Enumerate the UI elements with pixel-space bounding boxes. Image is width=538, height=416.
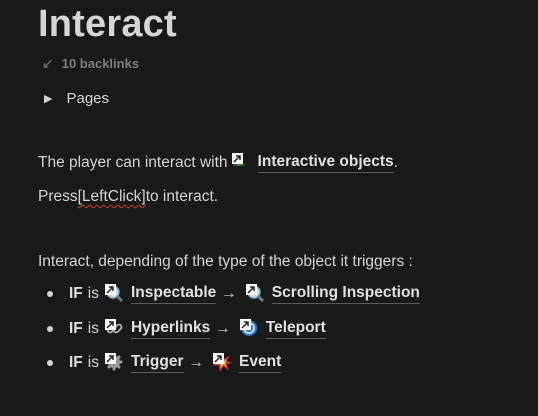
list-item: IF is Inspectable → Scrolling Inspection <box>44 282 420 306</box>
leftclick-key: [LeftClick] <box>77 188 146 205</box>
paragraph-depending: Interact, depending of the type of the o… <box>38 253 413 271</box>
paragraph-text: Press <box>38 188 78 205</box>
swirl-icon <box>239 318 262 339</box>
hyperlinks-link[interactable]: Hyperlinks <box>130 319 211 339</box>
paragraph-interactive: The player can interact with Interactive… <box>38 153 398 173</box>
inspectable-link[interactable]: Inspectable <box>130 284 217 304</box>
page-title: Interact <box>38 3 177 45</box>
paragraph-text: Interact, depending of the type of the o… <box>38 253 413 270</box>
list-item: IF is Trigger → Event <box>44 351 420 375</box>
arrow-right: → <box>221 285 237 302</box>
backlinks-button[interactable]: ↙ 10 backlinks <box>42 55 139 72</box>
event-link[interactable]: Event <box>239 353 282 373</box>
arrow-right: → <box>215 319 231 337</box>
bullet-dot <box>47 360 53 366</box>
is-text: is <box>87 354 99 371</box>
interactive-objects-link[interactable]: Interactive objects <box>257 153 394 173</box>
if-keyword: IF <box>69 285 83 302</box>
backlinks-label: 10 backlinks <box>61 56 140 71</box>
chain-link-icon <box>104 318 127 339</box>
scrolling-inspection-link[interactable]: Scrolling Inspection <box>271 284 420 304</box>
teleport-link[interactable]: Teleport <box>265 319 326 339</box>
arrow-down-left-icon: ↙ <box>42 55 54 71</box>
is-text: is <box>87 319 99 337</box>
triangle-right-icon: ▶ <box>44 93 53 105</box>
if-keyword: IF <box>69 354 83 371</box>
paragraph-text: The player can interact with <box>38 154 228 171</box>
rules-list: IF is Inspectable → Scrolling Inspection… <box>44 282 420 386</box>
list-item: IF is Hyperlinks → Teleport <box>44 317 420 341</box>
magnifier-icon <box>104 284 127 304</box>
explosion-icon <box>213 353 235 373</box>
paragraph-suffix: . <box>393 154 398 171</box>
pages-toggle[interactable]: ▶ Pages <box>44 90 109 107</box>
bullet-dot <box>47 291 53 297</box>
trigger-link[interactable]: Trigger <box>130 353 184 373</box>
magnifier-icon <box>245 284 268 304</box>
paragraph-suffix: to interact. <box>145 188 219 205</box>
arrow-right: → <box>188 354 205 371</box>
leaf-link-icon <box>231 153 254 173</box>
is-text: is <box>87 285 99 302</box>
paragraph-press: Press [LeftClick] to interact. <box>38 188 218 206</box>
bullet-dot <box>47 325 53 332</box>
gear-icon <box>104 353 127 373</box>
toggle-label: Pages <box>66 90 110 107</box>
if-keyword: IF <box>69 319 83 337</box>
